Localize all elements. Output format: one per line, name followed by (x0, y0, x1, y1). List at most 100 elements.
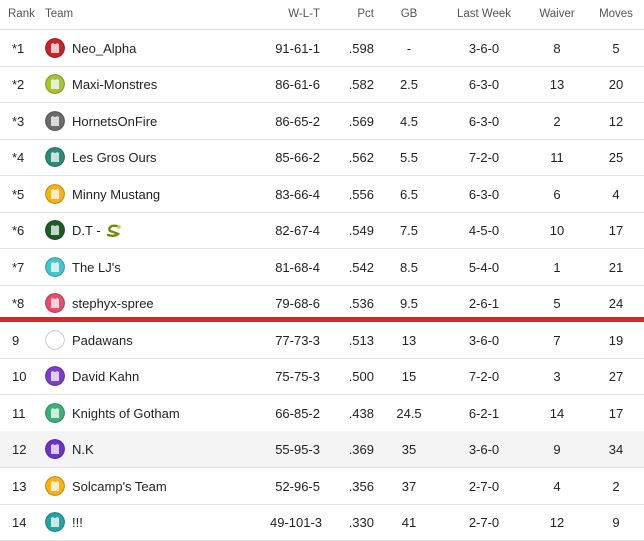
waiver-cell: 3 (553, 369, 561, 384)
waiver-cell: 11 (550, 150, 564, 165)
rank-cell: *3 (12, 114, 25, 129)
pct-cell: .598 (348, 41, 374, 56)
team-name-link[interactable]: N.K (72, 442, 94, 457)
waiver-cell: 9 (553, 442, 561, 457)
team-name-link[interactable]: Neo_Alpha (72, 41, 136, 56)
header-last-week[interactable]: Last Week (454, 8, 514, 20)
header-moves[interactable]: Moves (597, 8, 635, 20)
waiver-cell: 4 (553, 479, 561, 494)
pct-cell: .549 (348, 223, 374, 238)
team-name-link[interactable]: Solcamp's Team (72, 479, 167, 494)
gb-cell: 4.5 (399, 114, 419, 129)
jersey-avatar-icon[interactable] (45, 257, 65, 277)
figure-avatar-icon[interactable] (45, 330, 65, 350)
jersey-avatar-icon[interactable] (45, 184, 65, 204)
wlt-cell: 85-66-2 (275, 150, 320, 165)
rank-cell: *1 (12, 41, 25, 56)
jersey-avatar-icon[interactable] (45, 439, 65, 459)
gb-cell: 5.5 (399, 150, 419, 165)
dragon-avatar-icon[interactable] (45, 220, 65, 240)
header-waiver[interactable]: Waiver (537, 8, 577, 20)
table-row: *7 The LJ's 81-68-4 .542 8.5 5-4-0 1 21 (0, 249, 644, 286)
moves-cell: 17 (608, 406, 624, 421)
moves-cell: 21 (608, 260, 624, 275)
gb-cell: 41 (401, 515, 417, 530)
waiver-cell: 12 (549, 515, 565, 530)
gb-cell: 8.5 (399, 260, 419, 275)
red-rocket-avatar-icon[interactable] (45, 38, 65, 58)
header-gb[interactable]: GB (392, 8, 426, 20)
table-row: 9 Padawans 77-73-3 .513 13 3-6-0 7 19 (0, 322, 644, 359)
moves-cell: 24 (608, 296, 624, 311)
gb-cell: - (406, 41, 412, 56)
pct-cell: .582 (348, 77, 374, 92)
green-monster-avatar-icon[interactable] (45, 74, 65, 94)
jersey-avatar-icon[interactable] (45, 476, 65, 496)
bear-avatar-icon[interactable] (45, 147, 65, 167)
moves-cell: 19 (608, 333, 624, 348)
rank-cell: 14 (12, 515, 27, 530)
last-week-cell: 3-6-0 (468, 442, 500, 457)
pct-cell: .542 (348, 260, 374, 275)
rank-cell: *4 (12, 150, 25, 165)
waiver-cell: 13 (549, 77, 565, 92)
rank-cell: *5 (12, 187, 25, 202)
moves-cell: 9 (612, 515, 620, 530)
header-pct[interactable]: Pct (330, 8, 374, 20)
standings-header: Rank Team W-L-T Pct GB Last Week Waiver … (0, 0, 644, 30)
robot-avatar-icon[interactable] (45, 111, 65, 131)
wlt-cell: 86-65-2 (275, 114, 320, 129)
header-wlt[interactable]: W-L-T (270, 8, 320, 20)
jersey-avatar-icon[interactable] (45, 512, 65, 532)
rank-cell: *7 (12, 260, 25, 275)
wlt-cell: 55-95-3 (275, 442, 320, 457)
rank-cell: *6 (12, 223, 25, 238)
last-week-cell: 6-3-0 (468, 114, 500, 129)
team-name-link[interactable]: The LJ's (72, 260, 121, 275)
moves-cell: 20 (608, 77, 624, 92)
team-name-link[interactable]: Padawans (72, 333, 133, 348)
rank-cell: 11 (12, 406, 26, 421)
playoff-cutline (0, 317, 644, 322)
team-name-link[interactable]: Les Gros Ours (72, 150, 157, 165)
pct-cell: .569 (348, 114, 374, 129)
team-name-link[interactable]: stephyx-spree (72, 296, 154, 311)
team-name-link[interactable]: HornetsOnFire (72, 114, 157, 129)
wlt-cell: 79-68-6 (275, 296, 320, 311)
team-name-link[interactable]: !!! (72, 515, 83, 530)
wlt-cell: 52-96-5 (275, 479, 320, 494)
table-row: 10 David Kahn 75-75-3 .500 15 7-2-0 3 27 (0, 358, 644, 395)
jersey-avatar-icon[interactable] (45, 293, 65, 313)
team-name-link[interactable]: Knights of Gotham (72, 406, 180, 421)
gb-cell: 15 (401, 369, 417, 384)
moves-cell: 4 (612, 187, 620, 202)
team-name-link[interactable]: D.T - (72, 223, 122, 240)
pct-cell: .562 (348, 150, 374, 165)
table-row: 13 Solcamp's Team 52-96-5 .356 37 2-7-0 4 2 (0, 468, 644, 505)
moves-cell: 12 (608, 114, 624, 129)
rank-cell: *2 (12, 77, 25, 92)
last-week-cell: 5-4-0 (468, 260, 500, 275)
jersey-avatar-icon[interactable] (45, 403, 65, 423)
last-week-cell: 2-6-1 (468, 296, 500, 311)
header-rank[interactable]: Rank (8, 8, 35, 20)
last-week-cell: 2-7-0 (468, 515, 500, 530)
rank-cell: 12 (12, 442, 27, 457)
gb-cell: 7.5 (399, 223, 419, 238)
gb-cell: 24.5 (396, 406, 422, 421)
last-week-cell: 3-6-0 (468, 41, 500, 56)
moves-cell: 17 (608, 223, 624, 238)
waiver-cell: 8 (553, 41, 561, 56)
snake-icon (106, 223, 122, 240)
header-team[interactable]: Team (45, 8, 73, 20)
team-name-link[interactable]: David Kahn (72, 369, 139, 384)
team-name-link[interactable]: Minny Mustang (72, 187, 160, 202)
team-name-link[interactable]: Maxi-Monstres (72, 77, 157, 92)
rank-cell: 10 (12, 369, 27, 384)
table-row: *1 Neo_Alpha 91-61-1 .598 - 3-6-0 8 5 (0, 30, 644, 67)
jersey-avatar-icon[interactable] (45, 366, 65, 386)
gb-cell: 37 (401, 479, 417, 494)
wlt-cell: 49-101-3 (270, 515, 323, 530)
pct-cell: .356 (348, 479, 374, 494)
wlt-cell: 75-75-3 (275, 369, 320, 384)
